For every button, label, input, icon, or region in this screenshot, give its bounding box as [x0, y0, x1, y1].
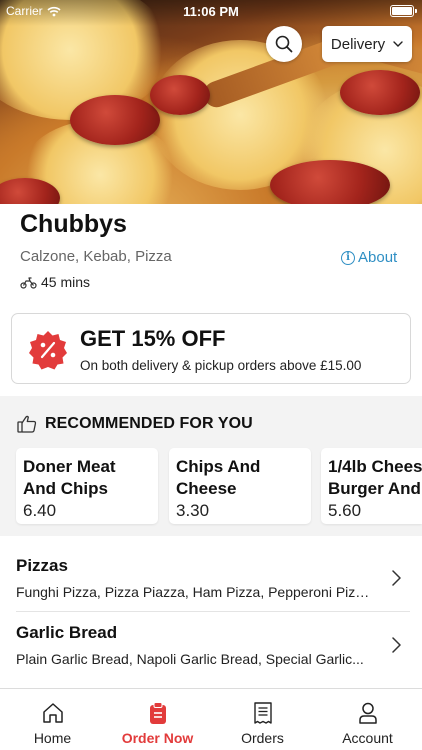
tab-account-label: Account: [342, 730, 393, 746]
recommended-heading: RECOMMENDED FOR YOU: [17, 415, 253, 433]
recommended-item-card[interactable]: Chips And Cheese 3.30: [169, 448, 311, 524]
category-name: Garlic Bread: [16, 623, 118, 642]
user-icon: [358, 702, 377, 724]
tab-home[interactable]: Home: [0, 689, 105, 750]
category-description: Funghi Pizza, Pizza Piazza, Ham Pizza, P…: [16, 584, 376, 600]
offer-title: GET 15% OFF: [80, 326, 226, 351]
recommended-heading-label: RECOMMENDED FOR YOU: [45, 415, 253, 432]
category-description: Plain Garlic Bread, Napoli Garlic Bread,…: [16, 651, 364, 667]
recommended-item-name: Doner Meat And Chips: [23, 457, 116, 498]
chevron-right-icon: [392, 570, 401, 586]
recommended-item-name: 1/4lb Cheese Burger And: [328, 457, 422, 498]
recommended-item-price: 3.30: [176, 501, 210, 520]
scooter-icon: [20, 276, 37, 289]
info-icon: i: [341, 250, 355, 265]
restaurant-cuisines: Calzone, Kebab, Pizza: [20, 248, 172, 265]
category-name: Pizzas: [16, 556, 68, 575]
tab-home-label: Home: [33, 730, 72, 746]
recommended-item-name: Chips And Cheese: [176, 457, 261, 498]
bottom-tab-bar: Home Order Now Orders Account: [0, 688, 422, 750]
delivery-eta: 45 mins: [20, 274, 90, 290]
order-icon: [149, 701, 166, 724]
tab-orders[interactable]: Orders: [210, 689, 315, 750]
restaurant-name: Chubbys: [20, 210, 127, 238]
search-icon: [275, 35, 293, 53]
tab-order-now[interactable]: Order Now: [105, 689, 210, 750]
receipt-icon: [253, 702, 272, 724]
discount-badge-icon: [29, 331, 67, 370]
menu-category-row[interactable]: Garlic Bread Plain Garlic Bread, Napoli …: [0, 611, 422, 679]
recommended-item-card[interactable]: Doner Meat And Chips 6.40: [16, 448, 158, 524]
recommended-item-price: 5.60: [328, 501, 362, 520]
about-label: About: [358, 249, 398, 266]
status-bar: Carrier 11:06 PM: [0, 0, 422, 22]
about-link[interactable]: i About: [341, 249, 397, 266]
recommended-section: RECOMMENDED FOR YOU Doner Meat And Chips…: [0, 396, 422, 536]
thumbs-up-icon: [17, 415, 37, 433]
recommended-item-price: 6.40: [23, 501, 57, 520]
tab-account[interactable]: Account: [315, 689, 420, 750]
tab-order-now-label: Order Now: [121, 730, 194, 746]
delivery-mode-label: Delivery: [330, 35, 386, 53]
home-icon: [42, 703, 63, 723]
offer-banner[interactable]: GET 15% OFF On both delivery & pickup or…: [11, 313, 411, 384]
tab-orders-label: Orders: [241, 730, 284, 746]
chevron-right-icon: [392, 637, 401, 653]
eta-label: 45 mins: [41, 274, 91, 290]
recommended-item-card[interactable]: 1/4lb Cheese Burger And 5.60: [321, 448, 422, 524]
clock: 11:06 PM: [183, 4, 239, 19]
offer-subtitle: On both delivery & pickup orders above £…: [80, 358, 362, 373]
menu-category-row[interactable]: Pizzas Funghi Pizza, Pizza Piazza, Ham P…: [0, 544, 422, 612]
search-button[interactable]: [266, 26, 302, 62]
delivery-mode-dropdown[interactable]: Delivery: [322, 26, 412, 62]
battery-icon: [390, 5, 417, 17]
chevron-down-icon: [393, 41, 403, 47]
